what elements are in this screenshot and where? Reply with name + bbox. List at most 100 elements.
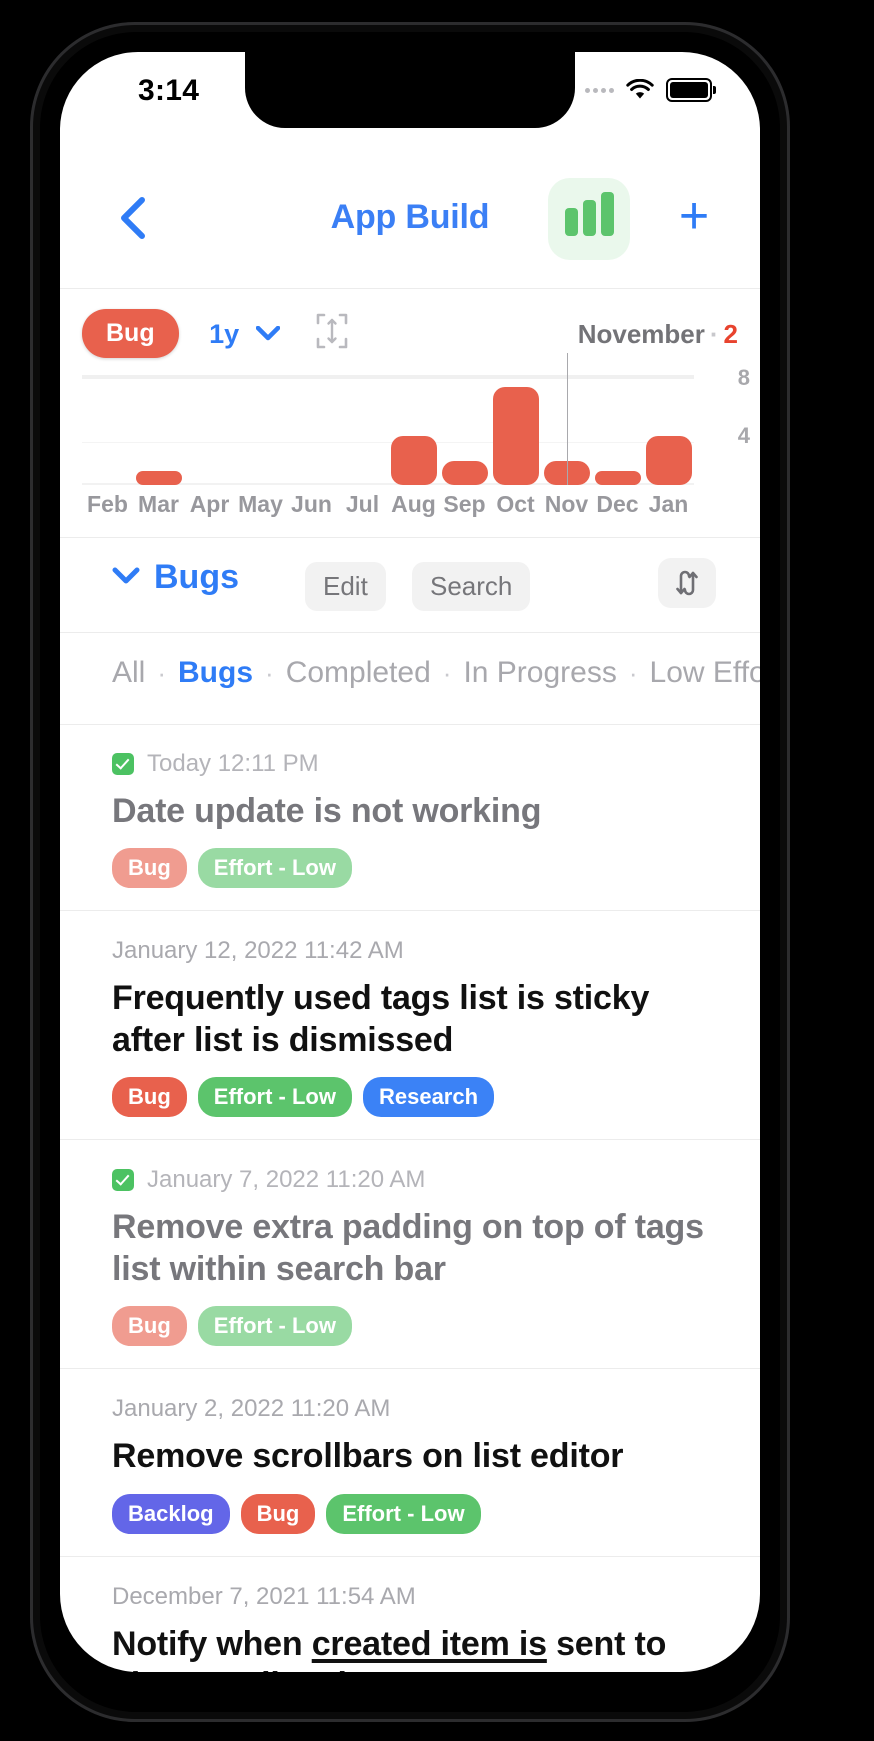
filter-tab-in-progress[interactable]: In Progress [463, 656, 616, 690]
bar-chart-icon[interactable] [548, 178, 630, 260]
item-title: Notify when created item is sent to alter… [112, 1624, 708, 1672]
item-date: January 2, 2022 11:20 AM [112, 1395, 391, 1423]
item-title: Remove extra padding on top of tags list… [112, 1208, 704, 1288]
item-date: January 12, 2022 11:42 AM [112, 937, 404, 965]
tab-separator: · [265, 657, 274, 688]
tag-effort-low[interactable]: Effort - Low [197, 1306, 352, 1347]
list-item[interactable]: Today 12:11 PM Date update is not working… [60, 724, 760, 912]
item-tags: Bug Effort - Low [112, 1306, 708, 1347]
bar-sep[interactable] [441, 460, 488, 485]
item-title: Remove scrollbars on list editor [112, 1437, 624, 1476]
bar-oct[interactable] [492, 387, 539, 485]
item-meta: December 7, 2021 11:54 AM [112, 1583, 708, 1611]
tab-separator: · [157, 657, 167, 688]
x-label-jun: Jun [291, 491, 332, 517]
checkbox-checked-icon[interactable] [112, 753, 134, 775]
selection-indicator-line [566, 353, 568, 485]
chart-toolbar: Bug 1y November · 2 [82, 309, 738, 363]
x-label-oct: Oct [496, 491, 535, 517]
item-title-part-1: Notify when [112, 1624, 312, 1663]
tag-effort-low[interactable]: Effort - Low [326, 1493, 481, 1534]
search-button[interactable]: Search [412, 562, 531, 611]
bar-column[interactable] [439, 375, 490, 485]
expand-icon[interactable] [314, 312, 350, 355]
bar-jan[interactable] [645, 436, 692, 485]
item-title: Date update is not working [112, 792, 542, 830]
tag-bug[interactable]: Bug [112, 848, 187, 889]
x-label-aug: Aug [391, 491, 436, 517]
app-screen: 3:14 App Build + Bug 1y November · 2 8 4… [60, 52, 760, 1672]
bar-column[interactable] [133, 375, 184, 485]
list-item[interactable]: January 7, 2022 11:20 AM Remove extra pad… [60, 1140, 760, 1370]
list-title-toggle[interactable]: Bugs [112, 558, 239, 597]
bar-column[interactable] [184, 375, 235, 485]
page-title: App Build [330, 198, 490, 236]
x-label-sep: Sep [443, 491, 486, 517]
bar-dec[interactable] [594, 471, 641, 485]
x-label-apr: Apr [189, 491, 230, 517]
filter-tab-all[interactable]: All [112, 656, 145, 690]
notch [245, 52, 575, 128]
x-label-may: May [238, 491, 283, 517]
chevron-down-icon [255, 317, 280, 348]
filter-tab-completed[interactable]: Completed [286, 656, 431, 690]
bar-column[interactable] [337, 375, 388, 485]
list-item[interactable]: January 12, 2022 11:42 AM Frequently used… [60, 911, 760, 1141]
chevron-down-icon [112, 567, 140, 589]
list-item[interactable]: December 7, 2021 11:54 AM Notify when cre… [60, 1557, 760, 1672]
item-list[interactable]: Today 12:11 PM Date update is not working… [60, 724, 760, 1672]
item-title-underlined: created item is [311, 1624, 547, 1663]
x-label-nov: Nov [544, 491, 589, 517]
item-title-part-2: sent to [546, 1624, 667, 1663]
y-tick-4: 4 [737, 423, 750, 448]
x-label-jan: Jan [648, 491, 689, 517]
chart-selection-month: November [577, 319, 705, 349]
phone-bezel: 3:14 App Build + Bug 1y November · 2 8 4… [40, 32, 780, 1712]
status-indicators [585, 78, 716, 102]
tag-effort-low[interactable]: Effort - Low [197, 1077, 352, 1118]
tag-backlog[interactable]: Backlog [112, 1493, 230, 1534]
item-tags: Backlog Bug Effort - Low [112, 1493, 708, 1534]
status-time: 3:14 [138, 74, 200, 107]
tag-research[interactable]: Research [362, 1077, 495, 1118]
bar-column[interactable] [235, 375, 286, 485]
bar-column[interactable] [388, 375, 439, 485]
filter-tabs-row[interactable]: All · Bugs · Completed · In Progress · Low Effor… [60, 632, 760, 725]
bar-column[interactable] [286, 375, 337, 485]
item-meta: Today 12:11 PM [112, 750, 708, 778]
chart-filter-pill[interactable]: Bug [82, 309, 179, 358]
bar-column[interactable] [82, 375, 133, 485]
item-title-line-2: alternate list view [112, 1666, 392, 1672]
add-button[interactable]: + [668, 190, 720, 246]
sort-icon[interactable] [658, 558, 716, 608]
battery-icon [666, 78, 716, 102]
chart-range-label: 1y [209, 319, 240, 349]
tag-effort-low[interactable]: Effort - Low [197, 848, 352, 889]
bar-column[interactable] [490, 375, 541, 485]
checkbox-checked-icon[interactable] [112, 1169, 134, 1192]
chart-range-selector[interactable]: 1y [209, 317, 280, 350]
y-tick-8: 8 [737, 365, 750, 390]
bar-column[interactable] [592, 375, 643, 485]
tag-bug[interactable]: Bug [112, 1306, 187, 1347]
item-tags: Bug Effort - Low [112, 848, 708, 889]
item-date: January 7, 2022 11:20 AM [147, 1166, 426, 1194]
list-item[interactable]: January 2, 2022 11:20 AM Remove scrollbar… [60, 1369, 760, 1557]
chart-selection-readout: November · 2 [578, 319, 738, 350]
tag-bug[interactable]: Bug [240, 1493, 316, 1534]
bar-chart-plot[interactable]: 8 4 [82, 353, 750, 485]
item-meta: January 12, 2022 11:42 AM [112, 937, 708, 965]
signal-dots-icon [585, 87, 614, 93]
x-axis-labels: Feb Mar Apr May Jun Jul Aug Sep Oct Nov Dec Jan [82, 491, 694, 518]
item-meta: January 7, 2022 11:20 AM [112, 1166, 708, 1194]
x-label-jul: Jul [345, 491, 380, 517]
bar-aug[interactable] [390, 436, 437, 485]
filter-tab-bugs[interactable]: Bugs [178, 656, 253, 690]
item-date: Today 12:11 PM [147, 750, 319, 777]
tag-bug[interactable]: Bug [112, 1077, 187, 1118]
edit-button[interactable]: Edit [305, 562, 386, 611]
item-date: December 7, 2021 11:54 AM [112, 1582, 416, 1610]
bar-column[interactable] [643, 375, 694, 485]
filter-tab-low-effort-items[interactable]: Low Effort Items [650, 656, 760, 690]
bar-mar[interactable] [135, 471, 182, 485]
